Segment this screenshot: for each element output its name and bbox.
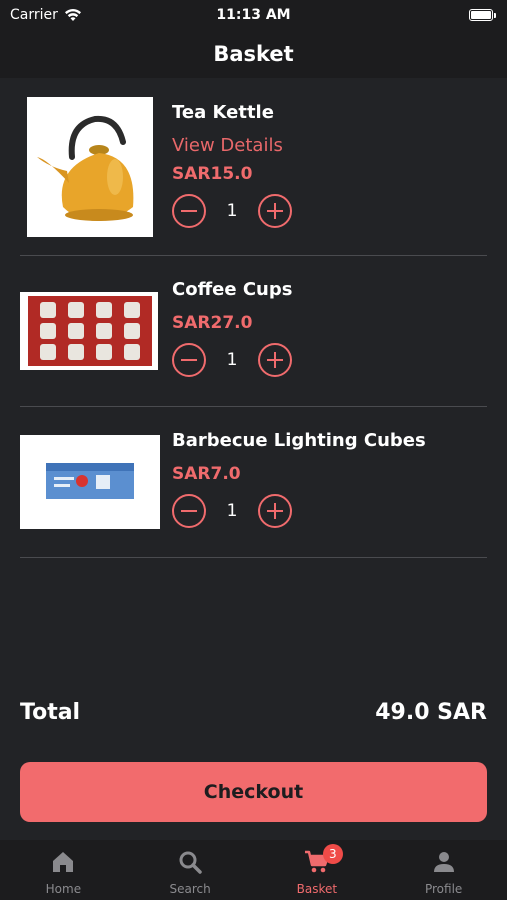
item-name: Barbecue Lighting Cubes	[172, 430, 426, 451]
cart-count-badge: 3	[322, 844, 343, 864]
basket-list: Tea Kettle View Details SAR15.0 1 Coffee…	[20, 78, 487, 558]
tab-bar: Home Search 3 Basket Profile	[0, 840, 507, 900]
quantity-value: 1	[226, 501, 238, 521]
page-title: Basket	[213, 42, 294, 66]
quantity-stepper: 1	[172, 194, 292, 228]
tab-label: Home	[45, 882, 82, 896]
tab-search[interactable]: Search	[127, 840, 254, 900]
checkout-button[interactable]: Checkout	[20, 762, 487, 822]
item-name: Tea Kettle	[172, 102, 274, 123]
lighting-cubes-photo[interactable]	[20, 435, 160, 529]
increase-quantity-button[interactable]	[258, 343, 292, 377]
quantity-value: 1	[226, 350, 238, 370]
view-details-link[interactable]: View Details	[172, 135, 292, 156]
total-label: Total	[20, 700, 81, 725]
item-name: Coffee Cups	[172, 279, 293, 300]
tab-home[interactable]: Home	[0, 840, 127, 900]
status-bar: Carrier 11:13 AM	[0, 0, 507, 30]
item-price: SAR15.0	[172, 164, 253, 184]
quantity-stepper: 1	[172, 343, 292, 377]
coffee-cups-photo[interactable]	[20, 292, 158, 370]
basket-item: Barbecue Lighting Cubes SAR7.0 1	[20, 407, 487, 558]
carrier-label: Carrier	[10, 7, 58, 23]
navigation-bar: Basket	[0, 30, 507, 78]
item-info: Tea Kettle View Details SAR15.0 1	[172, 102, 292, 228]
total-value: 49.0 SAR	[375, 700, 487, 725]
tab-profile[interactable]: Profile	[380, 840, 507, 900]
increase-quantity-button[interactable]	[258, 494, 292, 528]
quantity-stepper: 1	[172, 494, 426, 528]
total-row: Total 49.0 SAR	[20, 700, 487, 725]
increase-quantity-button[interactable]	[258, 194, 292, 228]
basket-item: Tea Kettle View Details SAR15.0 1	[20, 78, 487, 256]
item-info: Coffee Cups SAR27.0 1	[172, 279, 292, 377]
decrease-quantity-button[interactable]	[172, 343, 206, 377]
tab-label: Basket	[296, 882, 338, 896]
person-icon	[433, 852, 454, 872]
tab-basket[interactable]: 3 Basket	[254, 840, 381, 900]
tab-label: Search	[169, 882, 211, 896]
search-icon	[179, 851, 202, 874]
item-info: Barbecue Lighting Cubes SAR7.0 1	[172, 430, 426, 528]
wifi-icon	[64, 8, 81, 21]
tea-kettle-photo[interactable]	[27, 97, 153, 237]
carrier-group: Carrier	[10, 7, 82, 23]
battery-icon	[469, 9, 496, 21]
basket-item: Coffee Cups SAR27.0 1	[20, 256, 487, 407]
home-icon	[53, 852, 74, 872]
quantity-value: 1	[226, 201, 238, 221]
item-price: SAR7.0	[172, 464, 241, 484]
decrease-quantity-button[interactable]	[172, 494, 206, 528]
item-price: SAR27.0	[172, 313, 253, 333]
decrease-quantity-button[interactable]	[172, 194, 206, 228]
tab-label: Profile	[424, 882, 463, 896]
